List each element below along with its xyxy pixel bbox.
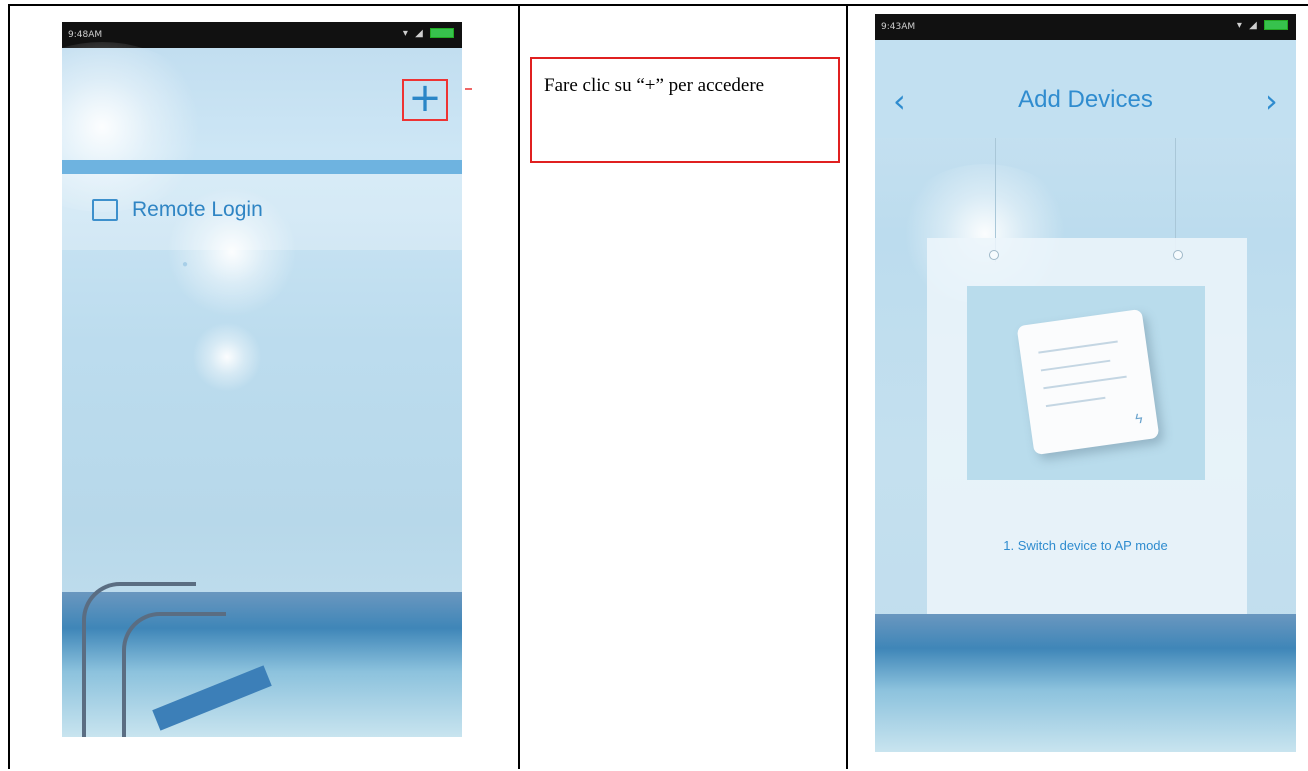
table-divider-2 [846,4,848,769]
status-icons: ▾ ◢ [1237,20,1288,31]
pin-dot [989,250,999,260]
remote-login-row[interactable]: Remote Login [62,174,462,250]
table-divider-1 [518,4,520,769]
add-button[interactable]: + [402,75,448,121]
phone-screenshot-home: 9:48AM ▾ ◢ + Remote Login ● [62,22,462,737]
remote-login-label: Remote Login [132,198,263,221]
status-icons: ▾ ◢ [403,28,454,39]
header-band [62,160,462,174]
status-bar: 9:43AM ▾ ◢ [875,14,1296,40]
status-time: 9:43AM [881,22,916,32]
plus-icon: + [408,75,442,121]
table-left-border [8,4,10,769]
phone-screenshot-add-devices: 9:43AM ▾ ◢ ‹ Add Devices › ϟ 1. Switch d… [875,14,1296,752]
instruction-caption: Fare clic su “+” per accedere [544,75,765,96]
battery-icon [430,28,454,38]
pool-image [875,614,1296,752]
status-time: 9:48AM [68,30,103,40]
signal-icon: ◢ [1249,20,1259,31]
instruction-box: Fare clic su “+” per accedere [530,57,840,163]
wifi-icon: ▾ [1236,20,1244,31]
remote-login-icon [92,199,118,221]
brand-logo-icon: ϟ [1134,409,1144,427]
forward-button[interactable]: › [1265,82,1278,120]
step-instruction: 1. Switch device to AP mode [1003,538,1168,553]
wifi-icon: ▾ [402,28,410,39]
device-illustration: ϟ [1016,308,1160,456]
battery-icon [1264,20,1288,30]
sun-glare [192,322,262,392]
pin-dot [1173,250,1183,260]
pointer-line [465,88,472,90]
signal-icon: ◢ [415,28,425,39]
page-title: Add Devices [1018,86,1153,113]
faded-status-text: ● [182,259,225,270]
